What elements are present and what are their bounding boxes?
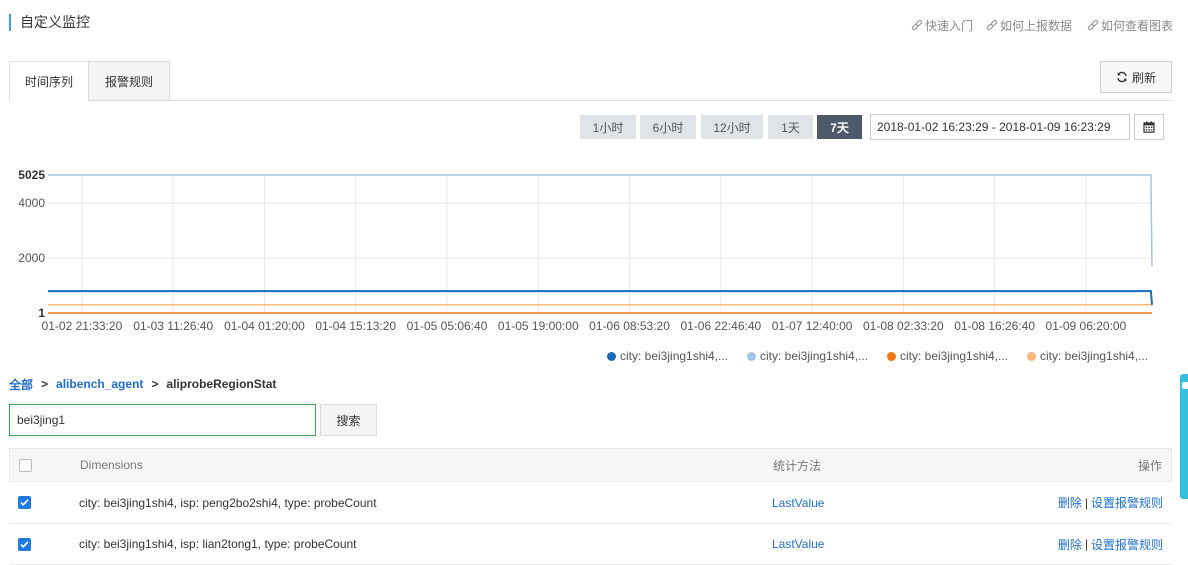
series-line-1 xyxy=(48,290,1153,305)
legend-label: city: bei3jing1shi4,... xyxy=(1040,349,1149,363)
chart-legend: city: bei3jing1shi4,... city: bei3jing1s… xyxy=(607,348,1167,364)
select-all-checkbox[interactable] xyxy=(19,458,32,472)
help-link-label: 如何查看图表 xyxy=(1101,18,1174,33)
row-method-link[interactable]: LastValue xyxy=(772,496,824,510)
x-tick-label: 01-06 08:53:20 xyxy=(589,319,670,333)
breadcrumb-separator: > xyxy=(41,377,49,391)
y-tick-label: 5025 xyxy=(18,168,45,182)
x-tick-label: 01-02 21:33:20 xyxy=(42,319,123,333)
row-dimensions: city: bei3jing1shi4, isp: lian2tong1, ty… xyxy=(79,537,357,551)
link-icon xyxy=(911,19,923,31)
date-range-input[interactable]: 2018-01-02 16:23:29 - 2018-01-09 16:23:2… xyxy=(870,114,1130,140)
tab-alarm-rules[interactable]: 报警规则 xyxy=(88,61,170,101)
check-icon xyxy=(20,499,29,506)
title-accent-bar xyxy=(9,14,11,31)
column-header-dimensions: Dimensions xyxy=(80,458,143,472)
legend-marker xyxy=(887,351,896,361)
row-actions: 删除 | 设置报警规则 xyxy=(1058,482,1163,523)
legend-item-series-3[interactable]: city: bei3jing1shi4,... xyxy=(887,348,1008,364)
link-icon xyxy=(986,19,998,31)
row-checkbox-cell xyxy=(18,482,31,523)
row-checkbox[interactable] xyxy=(18,496,31,509)
x-tick-label: 01-08 02:33:20 xyxy=(863,319,944,333)
set-alarm-rule-link[interactable]: 设置报警规则 xyxy=(1091,494,1163,511)
y-tick-label: 4000 xyxy=(18,196,45,210)
link-icon xyxy=(1087,19,1099,31)
time-series-chart: 5025 4000 2000 101-02 21:33:20 01-03 11:26:4… xyxy=(18,168,1153,333)
legend-item-series-1[interactable]: city: bei3jing1shi4,... xyxy=(607,348,728,364)
breadcrumb-separator: > xyxy=(151,377,159,391)
range-12h-button[interactable]: 12小时 xyxy=(701,115,763,139)
table-row: city: bei3jing1shi4, isp: peng2bo2shi4, … xyxy=(9,482,1172,524)
row-checkbox[interactable] xyxy=(18,537,31,551)
help-link-report-data[interactable]: 如何上报数据 xyxy=(986,17,1072,33)
x-tick-label: 01-06 22:46:40 xyxy=(680,319,761,333)
x-tick-label: 01-03 11:26:40 xyxy=(133,319,213,333)
range-6h-button[interactable]: 6小时 xyxy=(640,115,696,139)
breadcrumb-item-namespace[interactable]: alibench_agent xyxy=(56,377,143,391)
x-tick-label: 01-04 15:13:20 xyxy=(315,319,396,333)
delete-link[interactable]: 删除 xyxy=(1058,536,1082,553)
column-header-actions: 操作 xyxy=(1137,458,1162,473)
column-header-method: 统计方法 xyxy=(773,458,822,473)
row-method-link[interactable]: LastValue xyxy=(772,537,824,551)
table-row: city: bei3jing1shi4, isp: lian2tong1, ty… xyxy=(9,524,1172,565)
legend-label: city: bei3jing1shi4,... xyxy=(900,349,1009,363)
help-link-quick-start[interactable]: 快速入门 xyxy=(911,17,973,33)
row-dimensions: city: bei3jing1shi4, isp: peng2bo2shi4, … xyxy=(79,495,377,510)
x-tick-label: 01-05 05:06:40 xyxy=(407,319,488,333)
legend-marker xyxy=(1027,351,1036,361)
calendar-button[interactable] xyxy=(1134,114,1164,140)
range-1h-button[interactable]: 1小时 xyxy=(580,115,636,139)
y-tick-label: 1 xyxy=(38,306,45,320)
refresh-label: 刷新 xyxy=(1131,70,1156,85)
refresh-button[interactable]: 刷新 xyxy=(1100,61,1172,93)
series-line-2 xyxy=(48,174,1153,267)
help-link-view-charts[interactable]: 如何查看图表 xyxy=(1087,17,1173,33)
x-tick-label: 01-09 06:20:00 xyxy=(1046,319,1127,333)
action-separator: | xyxy=(1084,537,1088,551)
range-1d-button[interactable]: 1天 xyxy=(768,115,813,139)
action-separator: | xyxy=(1084,495,1088,510)
floating-side-tab[interactable] xyxy=(1180,374,1188,499)
help-link-label: 快速入门 xyxy=(925,18,974,33)
x-tick-label: 01-04 01:20:00 xyxy=(224,319,305,333)
x-tick-label: 01-08 16:26:40 xyxy=(954,319,1035,333)
table-header: Dimensions 统计方法 操作 xyxy=(9,448,1172,482)
delete-link[interactable]: 删除 xyxy=(1058,494,1082,511)
chat-icon xyxy=(1182,382,1188,389)
page-title: 自定义监控 xyxy=(20,14,90,30)
refresh-icon xyxy=(1117,71,1127,83)
help-link-label: 如何上报数据 xyxy=(1000,18,1073,33)
search-input[interactable] xyxy=(9,404,316,436)
row-actions: 删除 | 设置报警规则 xyxy=(1058,524,1163,564)
legend-marker xyxy=(747,351,756,361)
search-button[interactable]: 搜索 xyxy=(320,404,377,436)
tabs-divider xyxy=(9,100,1172,101)
legend-label: city: bei3jing1shi4,... xyxy=(760,349,869,363)
breadcrumb: 全部 > alibench_agent > aliprobeRegionStat xyxy=(9,376,276,392)
x-tick-label: 01-07 12:40:00 xyxy=(772,319,853,333)
y-tick-label: 2000 xyxy=(18,251,45,265)
legend-label: city: bei3jing1shi4,... xyxy=(620,349,729,363)
breadcrumb-item-all[interactable]: 全部 xyxy=(9,376,33,393)
set-alarm-rule-link[interactable]: 设置报警规则 xyxy=(1091,536,1163,553)
x-tick-label: 01-05 19:00:00 xyxy=(498,319,579,333)
legend-item-series-2[interactable]: city: bei3jing1shi4,... xyxy=(747,348,868,364)
legend-item-series-4[interactable]: city: bei3jing1shi4,... xyxy=(1027,348,1148,364)
breadcrumb-item-current: aliprobeRegionStat xyxy=(166,377,277,391)
tab-time-series[interactable]: 时间序列 xyxy=(9,61,89,101)
check-icon xyxy=(20,540,29,548)
calendar-icon xyxy=(1143,121,1155,133)
legend-marker xyxy=(607,351,616,361)
header-checkbox-cell xyxy=(19,449,32,481)
row-checkbox-cell xyxy=(18,524,31,564)
range-7d-button[interactable]: 7天 xyxy=(817,115,862,139)
